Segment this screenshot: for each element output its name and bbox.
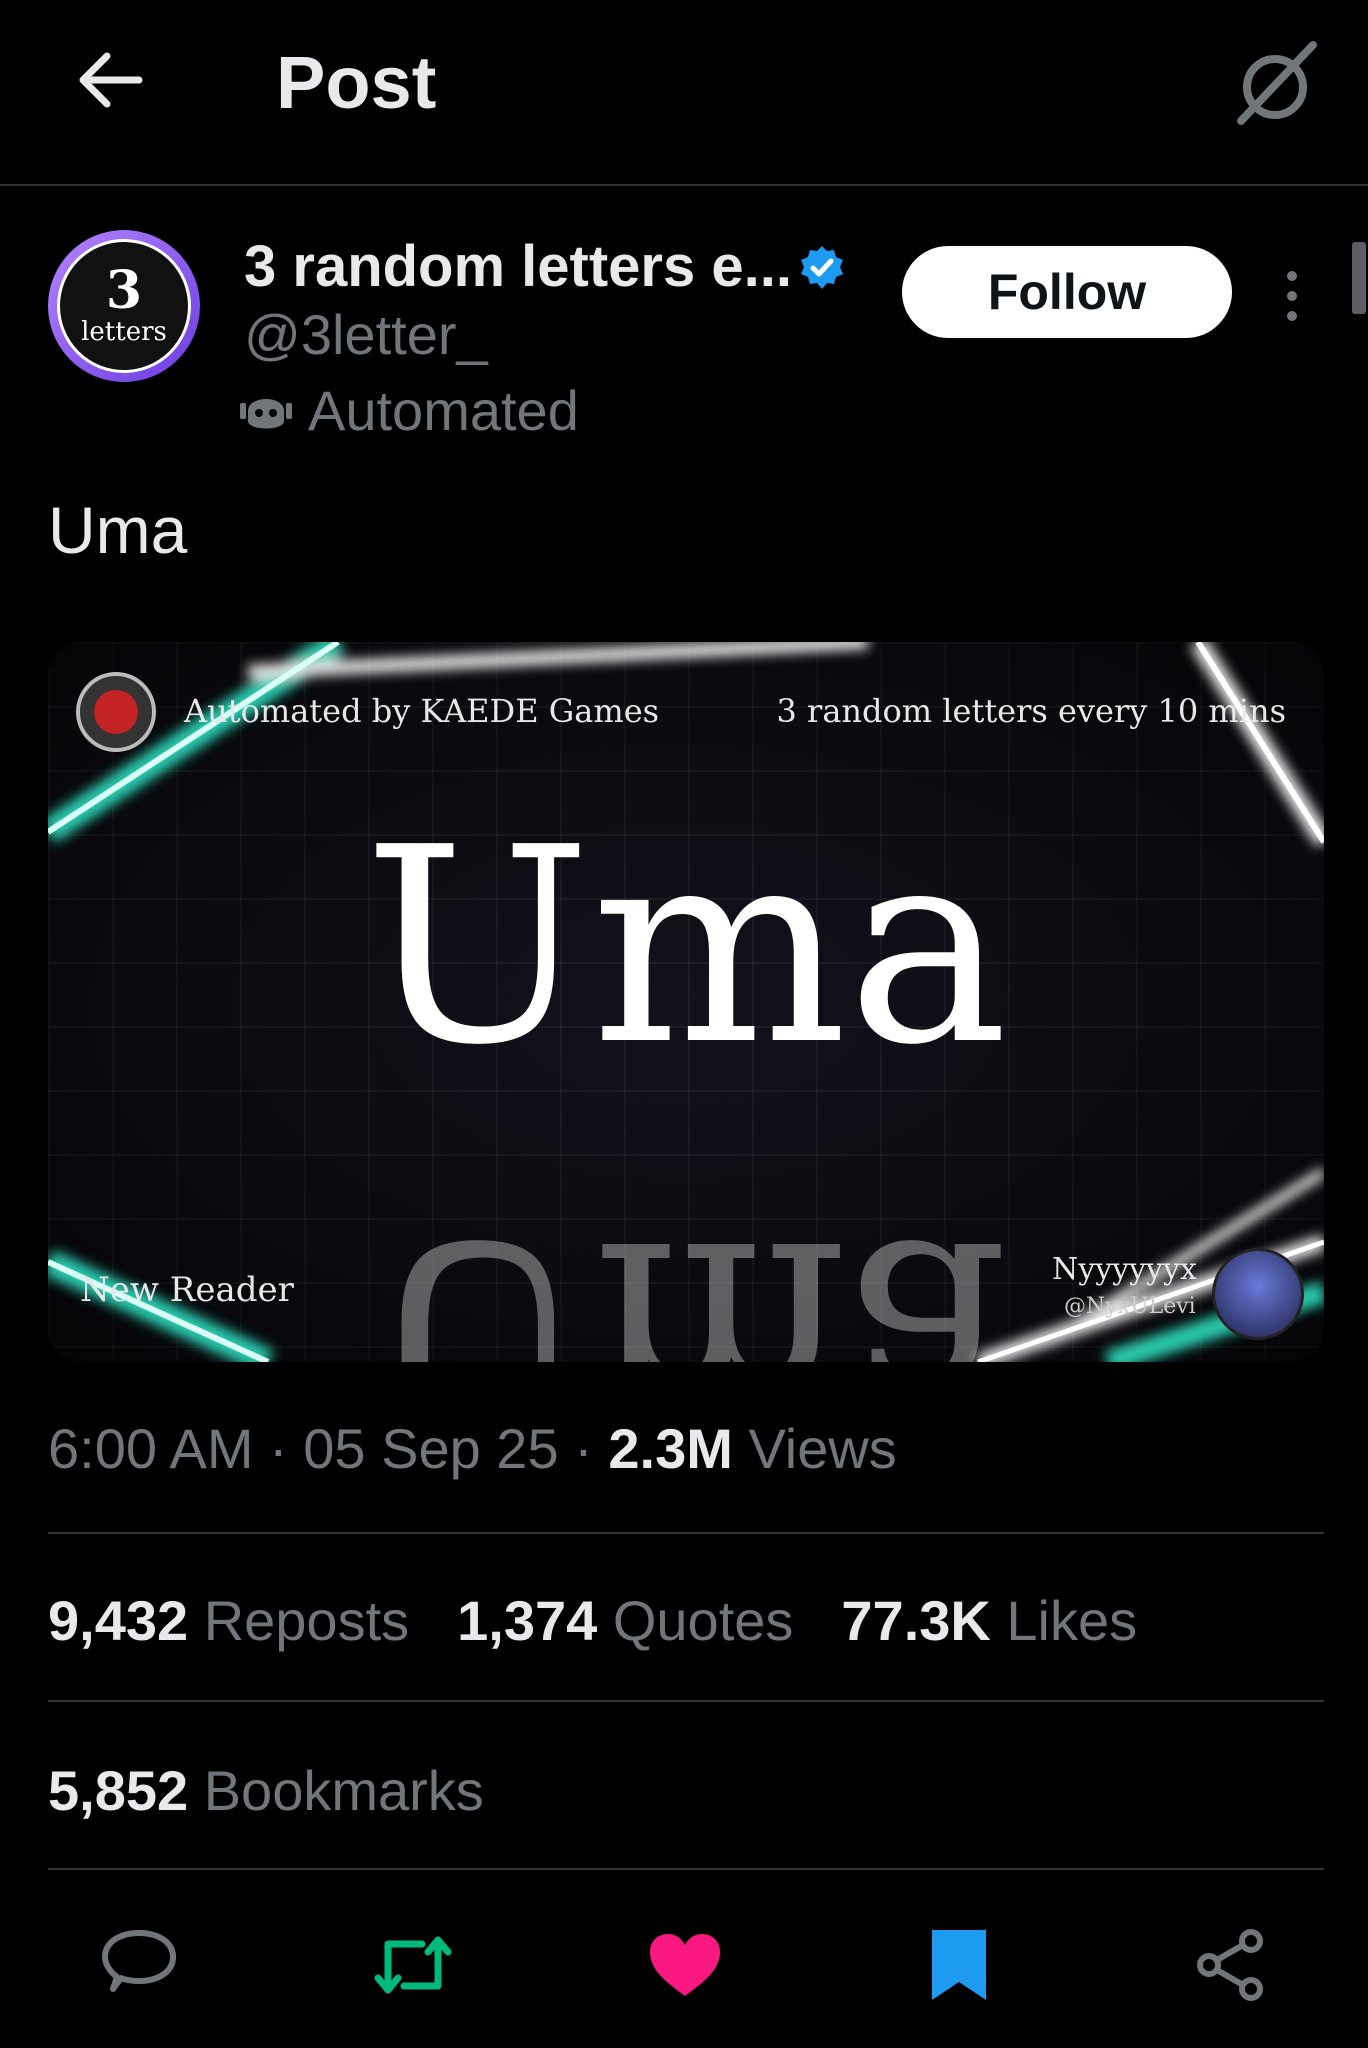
more-vertical-icon[interactable] <box>1268 256 1316 336</box>
post-media-image[interactable]: Automated by KAEDE Games 3 random letter… <box>48 642 1324 1362</box>
media-artist-name: Nyyyyyyx <box>1052 1252 1197 1287</box>
media-artist-handle: @NyxULevi <box>1064 1294 1196 1319</box>
grok-icon <box>1237 41 1317 125</box>
media-credit-text: Automated by KAEDE Games <box>184 692 660 730</box>
heart-icon <box>650 1934 720 1996</box>
views-count: 2.3M <box>608 1417 733 1480</box>
scrollbar[interactable] <box>1352 242 1366 314</box>
follow-button[interactable]: Follow <box>902 246 1232 338</box>
reposts-stat[interactable]: 9,432 Reposts <box>48 1586 409 1656</box>
media-word: Uma <box>363 789 1009 1104</box>
reposts-count: 9,432 <box>48 1589 189 1652</box>
automated-label-row[interactable]: Automated <box>238 378 579 444</box>
quotes-count: 1,374 <box>457 1589 598 1652</box>
post-date[interactable]: 05 Sep 25 <box>303 1417 558 1480</box>
divider <box>48 1868 1324 1870</box>
avatar-image: 3 letters <box>57 239 191 373</box>
bookmarks-label: Bookmarks <box>203 1759 484 1822</box>
media-reader-text: New Reader <box>80 1270 294 1310</box>
bookmarks-row: 5,852 Bookmarks <box>48 1756 484 1826</box>
share-button[interactable] <box>1176 1920 1286 2010</box>
post-text: Uma <box>48 493 188 567</box>
reply-icon <box>102 1930 176 1992</box>
grok-button[interactable] <box>1228 36 1324 132</box>
likes-count: 77.3K <box>841 1589 991 1652</box>
bookmarks-stat[interactable]: 5,852 Bookmarks <box>48 1756 484 1826</box>
post-timestamp-row: 6:00 AM · 05 Sep 25 · 2.3M Views <box>48 1414 897 1484</box>
avatar[interactable]: 3 letters <box>48 230 200 382</box>
kaede-logo <box>76 672 156 752</box>
bookmark-icon <box>932 1930 986 2000</box>
like-button[interactable] <box>630 1920 740 2010</box>
bookmark-button[interactable] <box>904 1920 1014 2010</box>
repost-button[interactable] <box>358 1920 468 2010</box>
separator: · <box>574 1417 593 1480</box>
quotes-label: Quotes <box>612 1589 794 1652</box>
share-icon <box>1197 1929 1263 2001</box>
avatar-word: letters <box>81 317 167 347</box>
avatar-number: 3 <box>105 260 143 321</box>
likes-label: Likes <box>1006 1589 1138 1652</box>
top-bar <box>0 0 1368 186</box>
author-display-name[interactable]: 3 random letters e... <box>244 232 792 302</box>
reposts-label: Reposts <box>203 1589 410 1652</box>
divider <box>48 1700 1324 1702</box>
verified-badge-icon <box>801 246 843 289</box>
reply-button[interactable] <box>84 1920 194 2010</box>
divider <box>48 1532 1324 1534</box>
post-time[interactable]: 6:00 AM <box>48 1417 253 1480</box>
media-tagline-text: 3 random letters every 10 mins <box>776 692 1287 730</box>
media-artist-avatar <box>1212 1248 1304 1340</box>
back-arrow-icon <box>79 52 143 108</box>
repost-icon <box>374 1936 452 1994</box>
bookmarks-count: 5,852 <box>48 1759 189 1822</box>
robot-icon <box>240 399 292 429</box>
author-handle[interactable]: @3letter_ <box>244 302 488 368</box>
likes-stat[interactable]: 77.3K Likes <box>841 1586 1137 1656</box>
automated-label: Automated <box>308 379 579 442</box>
engagement-stats: 9,432 Reposts 1,374 Quotes 77.3K Likes <box>48 1586 1137 1656</box>
back-button[interactable] <box>70 40 150 120</box>
views-label: Views <box>748 1417 897 1480</box>
separator: · <box>269 1417 288 1480</box>
page-title: Post <box>276 41 437 124</box>
quotes-stat[interactable]: 1,374 Quotes <box>457 1586 793 1656</box>
